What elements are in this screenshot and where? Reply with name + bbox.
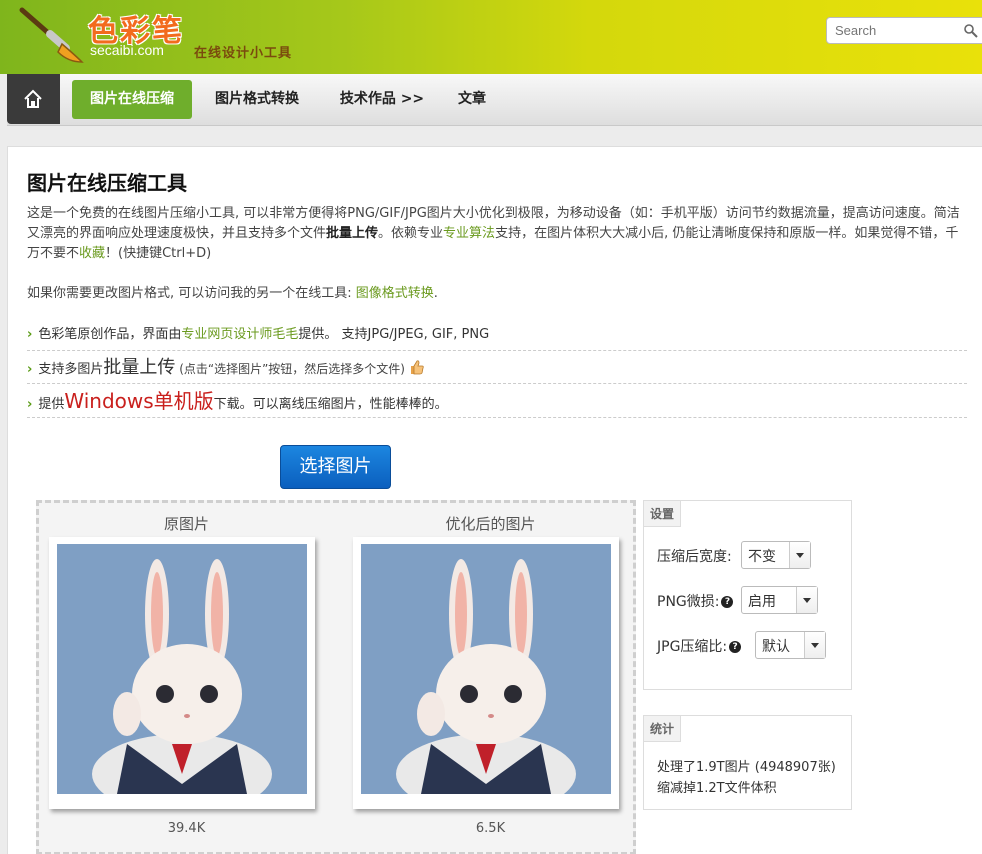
chevron-down-icon: [796, 587, 817, 613]
settings-panel: 设置 压缩后宽度: 不变 PNG微损:? 启用 JPG压缩比:? 默认: [643, 500, 852, 690]
nav-item-articles[interactable]: 文章: [452, 80, 492, 119]
jpg-label-text: JPG压缩比:: [657, 639, 728, 655]
feature-text: 下载。可以离线压缩图片，性能棒棒的。: [213, 397, 448, 412]
original-image-label: 原图片: [163, 515, 209, 533]
feature-item: › 提供Windows单机版下载。可以离线压缩图片，性能棒棒的。: [27, 385, 967, 418]
bookmark-link[interactable]: 收藏: [79, 246, 105, 261]
png-label-text: PNG微损:: [657, 594, 720, 610]
feature-highlight: 批量上传: [103, 357, 176, 378]
designer-link[interactable]: 专业网页设计师毛毛: [181, 327, 298, 342]
stats-reduced: 缩减掉1.2T文件体积: [657, 781, 777, 796]
intro-bold: 批量上传: [326, 226, 379, 241]
format-convert-link[interactable]: 图像格式转换: [356, 286, 434, 301]
intro-text: ！(快捷键Ctrl+D): [105, 246, 212, 261]
stats-panel: 统计 处理了1.9T图片 (4948907张) 缩减掉1.2T文件体积: [643, 715, 852, 810]
choose-image-button[interactable]: 选择图片: [280, 445, 391, 489]
chevron-down-icon: [804, 632, 825, 658]
optimized-size: 6.5K: [475, 821, 506, 836]
home-button[interactable]: [7, 74, 60, 124]
home-icon: [24, 89, 42, 108]
png-setting-label: PNG微损:?: [657, 591, 734, 611]
feature-text: 提供。 支持JPG/JPEG, GIF, PNG: [298, 327, 490, 342]
site-header: 色彩笔 secaibi.com 在线设计小工具: [0, 0, 982, 74]
stats-processed: 处理了1.9T图片 (4948907张): [657, 760, 836, 775]
intro-paragraph: 这是一个免费的在线图片压缩小工具, 可以非常方便得将PNG/GIF/JPG图片大…: [27, 204, 967, 264]
png-select[interactable]: 启用: [741, 586, 818, 614]
chevron-right-icon: ›: [27, 327, 33, 342]
original-size: 39.4K: [167, 821, 206, 836]
main-nav: 图片在线压缩 图片格式转换 技术作品 >> 文章: [7, 74, 982, 126]
chevron-right-icon: ›: [27, 397, 33, 412]
width-select[interactable]: 不变: [741, 541, 811, 569]
image-compare-area: 原图片 优化后的图片 39.4K 6.5K: [36, 500, 636, 854]
nav-item-format-convert[interactable]: 图片格式转换: [207, 80, 307, 119]
feature-text: 支持多图片: [38, 362, 104, 377]
png-select-value: 启用: [748, 594, 776, 610]
windows-version-link[interactable]: Windows单机版: [64, 389, 213, 413]
width-select-value: 不变: [748, 549, 776, 565]
paintbrush-logo-icon[interactable]: [14, 4, 84, 64]
logo-text-en[interactable]: secaibi.com: [90, 42, 164, 58]
feature-item: › 色彩笔原创作品，界面由专业网页设计师毛毛提供。 支持JPG/JPEG, GIF…: [27, 323, 967, 351]
jpg-setting-label: JPG压缩比:?: [657, 636, 742, 656]
optimized-image-label: 优化后的图片: [445, 515, 536, 533]
nav-item-image-compress[interactable]: 图片在线压缩: [72, 80, 192, 119]
original-image-frame: [49, 537, 315, 809]
optimized-image-frame: [353, 537, 619, 809]
chevron-down-icon: [789, 542, 810, 568]
feature-item: › 支持多图片批量上传 (点击“选择图片”按钮，然后选择多个文件): [27, 353, 967, 384]
stats-tab: 统计: [644, 716, 682, 742]
nav-item-tech-works[interactable]: 技术作品 >>: [332, 80, 432, 119]
chevron-right-icon: ›: [27, 362, 33, 377]
algorithm-link[interactable]: 专业算法: [443, 226, 495, 241]
feature-text: 提供: [38, 397, 65, 412]
help-icon[interactable]: ?: [721, 596, 734, 608]
help-icon[interactable]: ?: [729, 641, 742, 653]
jpg-select-value: 默认: [762, 639, 790, 655]
feature-note: (点击“选择图片”按钮，然后选择多个文件): [175, 362, 405, 376]
logo-slogan: 在线设计小工具: [194, 46, 293, 61]
note-text: 如果你需要更改图片格式, 可以访问我的另一个在线工具:: [27, 286, 356, 301]
width-setting-label: 压缩后宽度:: [657, 549, 732, 565]
thumbs-up-icon: [411, 360, 424, 375]
search-input[interactable]: [827, 18, 957, 43]
settings-tab: 设置: [644, 501, 682, 527]
main-content: 图片在线压缩工具 这是一个免费的在线图片压缩小工具, 可以非常方便得将PNG/G…: [7, 146, 982, 854]
jpg-select[interactable]: 默认: [755, 631, 826, 659]
feature-text: 色彩笔原创作品，界面由: [38, 327, 182, 342]
search-box: [826, 17, 982, 44]
intro-text: 。依赖专业: [378, 226, 444, 241]
page-title: 图片在线压缩工具: [27, 171, 187, 195]
note-text: .: [433, 286, 438, 301]
optimized-image[interactable]: [361, 544, 611, 794]
format-convert-note: 如果你需要更改图片格式, 可以访问我的另一个在线工具: 图像格式转换.: [27, 282, 967, 301]
original-image[interactable]: [57, 544, 307, 794]
search-icon[interactable]: [963, 23, 979, 39]
